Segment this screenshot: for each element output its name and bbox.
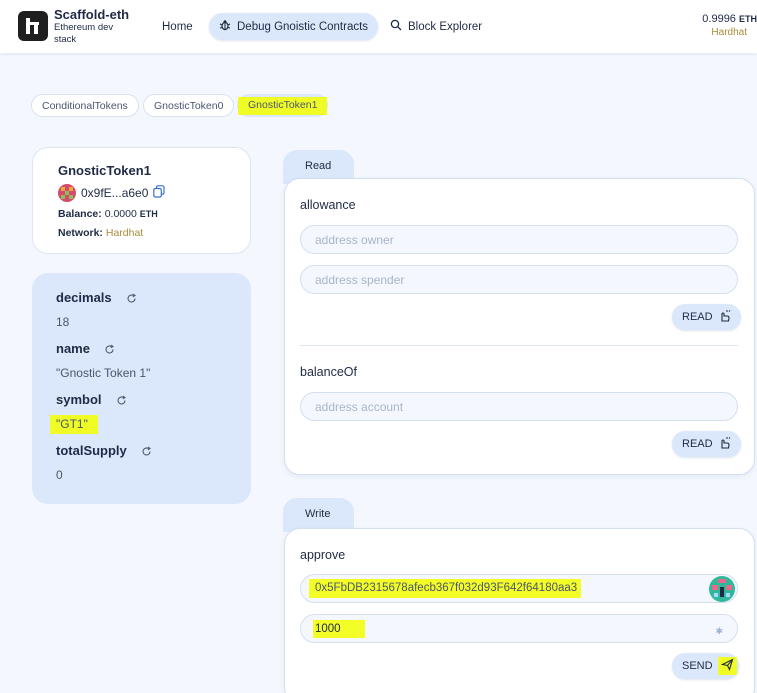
wallet-balance[interactable]: 0.9996 ETH — [702, 13, 757, 25]
variable-name-field: name — [56, 341, 115, 356]
function-name-balanceof: balanceOf — [300, 365, 357, 379]
nav-block-explorer-link[interactable]: Block Explorer — [380, 13, 492, 40]
network-label: Network: — [58, 227, 103, 239]
hand-pointer-icon — [718, 309, 731, 325]
wallet-balance-currency: ETH — [739, 14, 757, 24]
nav-home-link[interactable]: Home — [152, 13, 203, 40]
balanceof-account-input[interactable]: address account — [300, 392, 738, 421]
contract-info-card: GnosticToken1 0x9fE...a6e0 Balance: 0.00… — [32, 147, 251, 254]
contract-name: GnosticToken1 — [58, 163, 151, 178]
variable-symbol: symbol — [56, 392, 127, 407]
variable-name: symbol — [56, 392, 102, 407]
nav-debug-link[interactable]: Debug Gnoistic Contracts — [209, 13, 379, 40]
refresh-icon[interactable] — [116, 394, 127, 405]
variable-decimals: decimals — [56, 290, 137, 305]
contract-variables-panel: decimals 18 name "Gnostic Token 1" symbo… — [32, 273, 251, 504]
balance-label: Balance: — [58, 208, 102, 220]
refresh-icon[interactable] — [141, 445, 152, 456]
wallet-network: Hardhat — [711, 27, 747, 38]
variable-name: decimals — [56, 290, 112, 305]
refresh-icon[interactable] — [126, 292, 137, 303]
balance-currency: ETH — [139, 209, 158, 219]
nav-explorer-label: Block Explorer — [408, 20, 483, 33]
hand-pointer-icon — [718, 436, 731, 452]
refresh-icon[interactable] — [104, 343, 115, 354]
contract-address-row: 0x9fE...a6e0 — [58, 184, 165, 202]
nav-home-label: Home — [162, 20, 193, 33]
send-button-label: SEND — [682, 660, 713, 672]
nav-debug-label: Debug Gnoistic Contracts — [237, 20, 369, 33]
read-button-label: READ — [682, 311, 713, 323]
contract-address[interactable]: 0x9fE...a6e0 — [81, 186, 148, 200]
variable-totalsupply: totalSupply — [56, 443, 152, 458]
write-tab-label: Write — [305, 508, 331, 520]
function-name-approve: approve — [300, 548, 346, 562]
network-value: Hardhat — [105, 227, 144, 239]
variable-value-highlighted: "GT1" — [50, 415, 98, 434]
bug-icon — [219, 19, 231, 34]
variable-name: totalSupply — [56, 443, 127, 458]
copy-icon[interactable] — [153, 185, 165, 201]
write-section-tab: Write — [283, 498, 354, 532]
contract-tab-gnostictoken0[interactable]: GnosticToken0 — [143, 94, 235, 117]
contract-network: Network: Hardhat — [58, 227, 143, 239]
address-blockie-icon — [709, 576, 735, 602]
blockie-avatar-icon — [58, 184, 76, 202]
contract-tab-label: GnosticToken0 — [154, 99, 224, 112]
balance-value: 0.0000 — [104, 208, 137, 220]
amount-value: 1000 — [313, 619, 365, 638]
variable-value: 18 — [56, 315, 70, 329]
balanceof-read-button[interactable]: READ — [672, 431, 741, 457]
send-icon — [717, 657, 737, 675]
search-icon — [390, 19, 402, 34]
approve-amount-input[interactable]: 1000 ✱ — [300, 614, 738, 643]
contract-balance: Balance: 0.0000 ETH — [58, 208, 158, 220]
read-button-label: READ — [682, 438, 713, 450]
approve-spender-input[interactable]: 0x5FbDB2315678afecb367f032d93F642f64180a… — [300, 574, 738, 603]
function-name-allowance: allowance — [300, 198, 356, 212]
brand-subtitle: Ethereum dev stack — [54, 22, 114, 45]
top-navbar: Scaffold-eth Ethereum dev stack Home Deb… — [0, 0, 757, 53]
function-divider — [300, 345, 738, 346]
multiply-icon[interactable]: ✱ — [715, 626, 723, 637]
variable-value: 0 — [56, 468, 63, 482]
contract-tab-conditionaltokens[interactable]: ConditionalTokens — [31, 94, 139, 117]
read-tab-label: Read — [305, 160, 332, 172]
wallet-balance-value: 0.9996 — [702, 13, 736, 25]
approve-send-button[interactable]: SEND — [672, 653, 739, 679]
spender-address-value: 0x5FbDB2315678afecb367f032d93F642f64180a… — [309, 579, 582, 598]
allowance-owner-input[interactable]: address owner — [300, 225, 738, 254]
variable-value: "GT1" — [50, 415, 98, 434]
allowance-read-button[interactable]: READ — [672, 304, 741, 330]
contract-tab-label: GnosticToken1 — [238, 96, 328, 115]
scaffold-logo-icon[interactable] — [18, 11, 48, 41]
contract-tab-gnostictoken1[interactable]: GnosticToken1 — [237, 94, 329, 117]
variable-value: "Gnostic Token 1" — [56, 366, 151, 380]
input-placeholder: address owner — [315, 232, 394, 247]
input-placeholder: address spender — [315, 272, 405, 287]
allowance-spender-input[interactable]: address spender — [300, 265, 738, 294]
brand-title: Scaffold-eth — [54, 7, 130, 22]
variable-name: name — [56, 341, 90, 356]
input-placeholder: address account — [315, 399, 404, 414]
contract-tab-label: ConditionalTokens — [42, 99, 128, 112]
